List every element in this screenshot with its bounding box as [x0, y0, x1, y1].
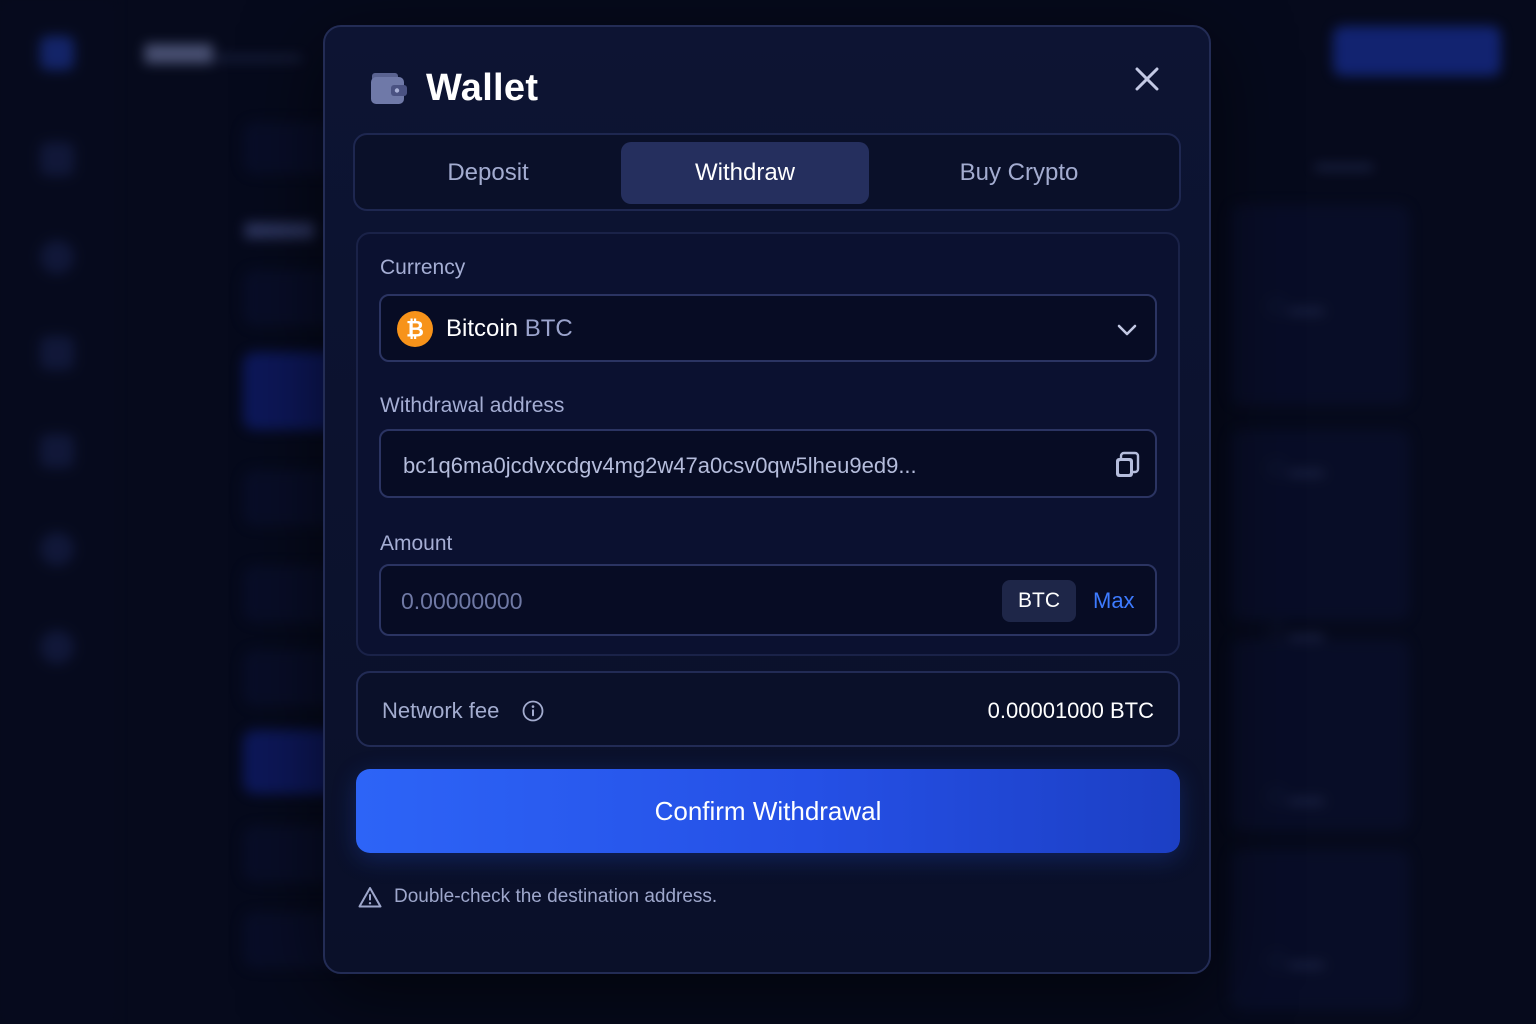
- withdraw-form: Currency ₿ Bitcoin BTC Withdrawal addres…: [356, 232, 1180, 656]
- network-fee-value: 0.00001000 BTC: [987, 698, 1154, 723]
- background-subtitle-shape: ▂▂▂▂▂▂▂▂: [215, 44, 302, 60]
- wallet-modal: Wallet Deposit Withdraw Buy Crypto Curre…: [323, 25, 1211, 974]
- background-nav-icon: [40, 240, 74, 274]
- background-row-shape: ◯ ▂▂▂: [1268, 951, 1324, 968]
- background-sidebar: [0, 0, 115, 1024]
- background-row-shape: ◯ ▂▂▂: [1268, 297, 1324, 314]
- currency-ticker: BTC: [524, 315, 573, 342]
- background-nav-icon: [40, 532, 74, 566]
- background-nav-icon: [40, 336, 74, 370]
- background-row-shape: ◯ ▂▂▂: [1268, 787, 1324, 804]
- amount-field: BTC Max: [379, 564, 1157, 636]
- warning-note: Double-check the destination address.: [358, 884, 717, 910]
- max-button[interactable]: Max: [1093, 588, 1135, 614]
- address-label: Withdrawal address: [380, 394, 565, 417]
- confirm-withdrawal-button[interactable]: Confirm Withdrawal: [356, 769, 1180, 853]
- background-row-shape: ◯ ▂▂▂: [1268, 623, 1324, 640]
- address-field[interactable]: bc1q6ma0jcdvxcdgv4mg2w47a0csv0qw5lheu9ed…: [379, 429, 1157, 498]
- background-nav-icon: [40, 142, 74, 176]
- chevron-down-icon: [1117, 324, 1137, 336]
- info-icon[interactable]: [522, 700, 544, 722]
- amount-label: Amount: [380, 532, 453, 555]
- currency-name: Bitcoin: [446, 315, 519, 342]
- network-fee-row: Network fee 0.00001000 BTC: [356, 671, 1180, 747]
- address-value: bc1q6ma0jcdvxcdgv4mg2w47a0csv0qw5lheu9ed…: [403, 453, 917, 478]
- modal-title: Wallet: [426, 66, 539, 109]
- currency-select[interactable]: ₿ Bitcoin BTC: [379, 294, 1157, 362]
- modal-header: Wallet: [370, 67, 538, 109]
- background-nav-icon: [40, 434, 74, 468]
- background-title-shape: ▆▆▆▆: [145, 38, 213, 63]
- background-logo-icon: [40, 36, 74, 70]
- currency-label: Currency: [380, 256, 466, 279]
- background-button: [1333, 26, 1501, 76]
- close-icon[interactable]: [1131, 63, 1163, 95]
- background-card: [1230, 850, 1410, 1010]
- tab-deposit[interactable]: Deposit: [365, 142, 611, 204]
- warning-icon: [358, 887, 382, 908]
- background-right-label: ▂▂▂▂▂: [1315, 153, 1373, 170]
- currency-display: Bitcoin BTC: [446, 315, 573, 343]
- network-fee-label: Network fee: [382, 698, 500, 723]
- tab-buy-crypto[interactable]: Buy Crypto: [879, 142, 1159, 204]
- wallet-icon: [371, 73, 407, 104]
- tab-withdraw[interactable]: Withdraw: [621, 142, 869, 204]
- copy-icon[interactable]: [1114, 451, 1140, 479]
- amount-unit-badge: BTC: [1002, 580, 1076, 622]
- tab-bar: Deposit Withdraw Buy Crypto: [353, 133, 1181, 211]
- background-heading-shape: ▆▆▆▆▆: [245, 218, 315, 238]
- background-nav-icon: [40, 630, 74, 664]
- bitcoin-icon: ₿: [397, 311, 433, 347]
- warning-text: Double-check the destination address.: [394, 886, 718, 907]
- amount-input[interactable]: [401, 588, 961, 615]
- background-row-shape: ◯ ▂▂▂: [1268, 459, 1324, 476]
- svg-text:₿: ₿: [406, 318, 424, 343]
